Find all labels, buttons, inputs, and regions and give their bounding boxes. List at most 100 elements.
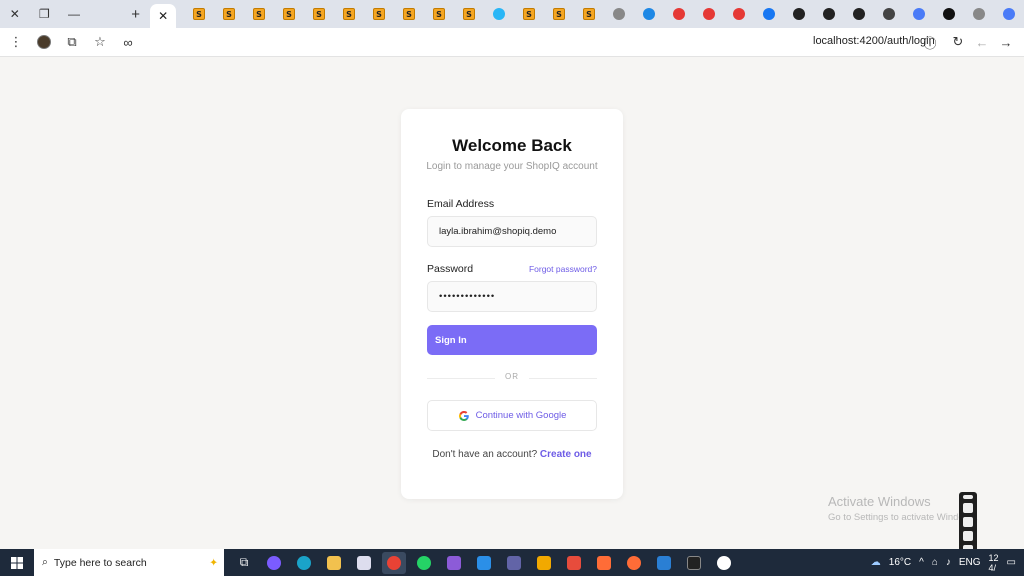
chrome-icon[interactable]: [382, 551, 406, 574]
tab-list: SSSSSSSSSSSSS: [184, 0, 1024, 28]
whatsapp-icon[interactable]: [412, 552, 436, 574]
or-label: OR: [505, 372, 519, 381]
window-icon[interactable]: [963, 531, 973, 541]
browser-tab[interactable]: [484, 0, 514, 28]
new-tab-button[interactable]: +: [121, 0, 151, 28]
active-tab-close-icon[interactable]: ✕: [150, 4, 177, 28]
mongodb-icon[interactable]: [712, 552, 736, 574]
terminal-icon[interactable]: [682, 552, 706, 574]
copilot-icon[interactable]: [262, 552, 286, 574]
browser-tab[interactable]: [694, 0, 724, 28]
browser-tab[interactable]: [934, 0, 964, 28]
camera-app-icon: [493, 8, 506, 20]
browser-tab[interactable]: [604, 0, 634, 28]
url-bar[interactable]: localhost:4200/auth/login: [813, 35, 935, 47]
browser-tab[interactable]: S: [244, 0, 274, 28]
store-icon[interactable]: [352, 552, 376, 574]
browser-tab[interactable]: [754, 0, 784, 28]
email-field[interactable]: layla.ibrahim@shopiq.demo: [427, 216, 597, 247]
close-window-icon[interactable]: ✕: [0, 0, 30, 28]
browser-tab[interactable]: [784, 0, 814, 28]
task-view-icon[interactable]: ⧉: [232, 552, 256, 574]
browser-tab[interactable]: S: [304, 0, 334, 28]
browser-tab[interactable]: S: [334, 0, 364, 28]
shield-app-icon[interactable]: [532, 552, 556, 574]
browser-tab[interactable]: S: [574, 0, 604, 28]
s-icon: S: [403, 8, 416, 20]
compass-icon[interactable]: [622, 552, 646, 574]
bookmark-star-icon[interactable]: ☆: [88, 30, 112, 54]
camera-icon[interactable]: [963, 503, 973, 513]
vscode-icon[interactable]: [472, 552, 496, 574]
browser-tab[interactable]: [874, 0, 904, 28]
forward-arrow-icon[interactable]: →: [994, 30, 1018, 54]
youtube-icon: [703, 8, 716, 20]
browser-tab[interactable]: [964, 0, 994, 28]
browser-tab[interactable]: [814, 0, 844, 28]
github-icon: [943, 8, 956, 20]
toolbar-dots-icon[interactable]: [963, 495, 973, 499]
page-subtitle: Login to manage your ShopIQ account: [426, 161, 598, 172]
browser-tab[interactable]: S: [544, 0, 574, 28]
create-account-link[interactable]: Create one: [540, 449, 592, 460]
reading-glasses-icon[interactable]: ∞: [116, 30, 140, 54]
browser-tab[interactable]: [994, 0, 1024, 28]
volume-icon[interactable]: ♪: [946, 557, 951, 568]
edge-icon[interactable]: [292, 552, 316, 574]
reload-icon[interactable]: ↻: [946, 30, 970, 54]
extensions-icon[interactable]: ⧉: [60, 30, 84, 54]
s-icon: S: [433, 8, 446, 20]
profile-avatar[interactable]: [32, 30, 56, 54]
signup-prompt-text: Don't have an account?: [432, 449, 538, 460]
notifications-icon[interactable]: ▭: [1007, 557, 1016, 568]
google-icon: [458, 410, 469, 421]
browser-tab[interactable]: [634, 0, 664, 28]
taskbar-search-input[interactable]: ⌕ Type here to search ✦: [34, 549, 224, 576]
language-indicator[interactable]: ENG: [959, 557, 981, 568]
browser-tab[interactable]: [664, 0, 694, 28]
browser-tab[interactable]: [904, 0, 934, 28]
google-signin-button[interactable]: Continue with Google: [427, 400, 597, 431]
gemini-icon: [913, 8, 926, 20]
tab-strip: ✕ ❐ — + ✕ S S S S S S S S S S S S S: [0, 0, 1024, 28]
browser-tab[interactable]: S: [424, 0, 454, 28]
signup-prompt: Don't have an account? Create one: [401, 449, 623, 460]
media-player-icon[interactable]: [652, 552, 676, 574]
teams-icon[interactable]: [502, 552, 526, 574]
password-field[interactable]: •••••••••••••: [427, 281, 597, 312]
clock[interactable]: 12 4/: [989, 553, 999, 573]
menu-dots-icon[interactable]: ⋮: [4, 30, 28, 54]
browser-tab[interactable]: [844, 0, 874, 28]
back-arrow-icon[interactable]: ←: [970, 30, 994, 54]
restore-window-icon[interactable]: ❐: [30, 0, 60, 28]
address-toolbar: ⋮ ⧉ ☆ ∞ localhost:4200/auth/login ⓘ ↻ ← …: [0, 28, 1024, 57]
browser-tab[interactable]: S: [274, 0, 304, 28]
or-divider: OR: [427, 372, 597, 384]
weather-temp[interactable]: 16°C: [889, 557, 911, 568]
s-icon: S: [343, 8, 356, 20]
forgot-password-link[interactable]: Forgot password?: [529, 264, 597, 274]
browser-tab[interactable]: S: [184, 0, 214, 28]
video-icon[interactable]: [963, 517, 973, 527]
postman-icon[interactable]: [592, 552, 616, 574]
browser-tab[interactable]: S: [514, 0, 544, 28]
file-explorer-icon[interactable]: [322, 552, 346, 574]
minimize-window-icon[interactable]: —: [59, 0, 89, 28]
browser-tab[interactable]: S: [214, 0, 244, 28]
visual-studio-icon[interactable]: [442, 552, 466, 574]
chevron-up-icon[interactable]: ^: [919, 557, 924, 568]
browser-tab[interactable]: S: [394, 0, 424, 28]
network-icon[interactable]: ⌂: [932, 557, 938, 568]
office-icon[interactable]: [562, 552, 586, 574]
weather-icon[interactable]: ☁: [871, 557, 881, 568]
browser-tab[interactable]: [724, 0, 754, 28]
sign-in-button[interactable]: Sign In: [427, 325, 597, 355]
browser-tab[interactable]: S: [454, 0, 484, 28]
windows-start-icon[interactable]: [0, 549, 34, 576]
page-title: Welcome Back: [452, 136, 572, 155]
system-tray: ☁ 16°C ^ ⌂ ♪ ENG 12 4/ ▭: [871, 549, 1024, 576]
site-info-icon[interactable]: ⓘ: [918, 30, 942, 54]
browser-tab[interactable]: S: [364, 0, 394, 28]
google-button-label: Continue with Google: [475, 410, 567, 421]
blue-circle-icon: [643, 8, 656, 20]
